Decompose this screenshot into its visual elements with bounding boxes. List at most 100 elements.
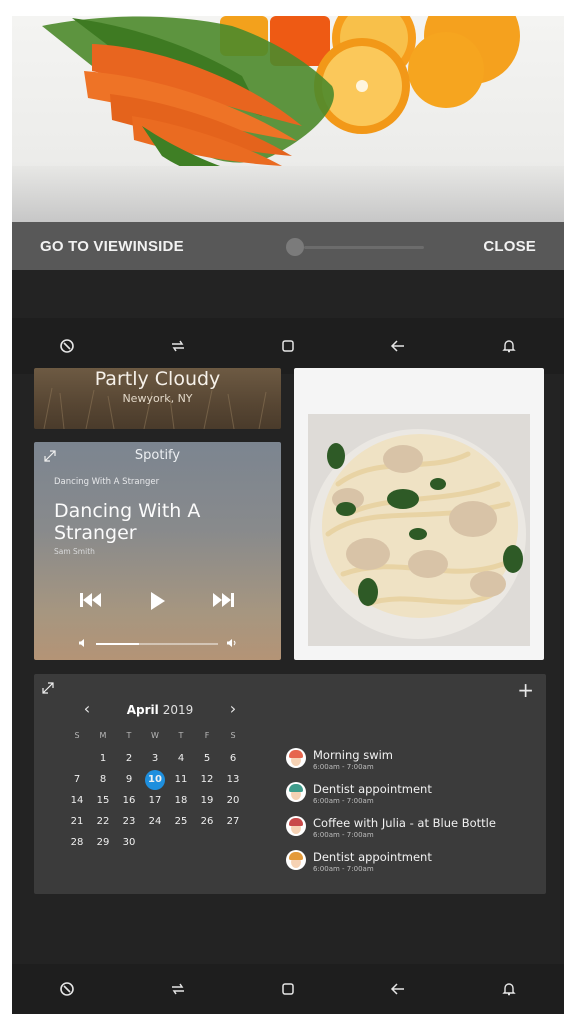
calendar-day-cell[interactable]: 18 — [168, 790, 194, 811]
calendar-day-cell[interactable]: 12 — [194, 769, 220, 790]
calendar-day-cell — [220, 832, 246, 853]
play-icon[interactable] — [150, 592, 166, 610]
day-number: 22 — [96, 816, 110, 827]
screen: GO TO VIEWINSIDE CLOSE Partly Cloudy New… — [12, 16, 564, 1014]
calendar-day-cell[interactable]: 1 — [90, 748, 116, 769]
track-artist: Sam Smith — [54, 547, 95, 556]
day-number: 12 — [200, 774, 214, 785]
calendar-day-cell[interactable]: 17 — [142, 790, 168, 811]
calendar-day-cell[interactable]: 8 — [90, 769, 116, 790]
calendar-day-cell[interactable]: 23 — [116, 811, 142, 832]
weather-widget[interactable]: Partly Cloudy Newyork, NY — [34, 368, 281, 429]
volume-slider[interactable] — [96, 643, 218, 645]
day-number: 21 — [70, 816, 84, 827]
calendar-week-row: 1 2 3 4 5 6 — [64, 748, 246, 769]
calendar-day-cell[interactable]: 30 — [116, 832, 142, 853]
weekday-label: F — [204, 731, 210, 740]
calendar-day-cell[interactable]: 20 — [220, 790, 246, 811]
bixby-icon — [60, 982, 74, 996]
calendar-day-cell[interactable]: 7 — [64, 769, 90, 790]
calendar-day-cell[interactable]: 2 — [116, 748, 142, 769]
calendar-widget[interactable]: + ‹ April 2019 › SMTWTFS 1 2 3 4 5 6 7 8 9 10 11 12 1… — [34, 674, 546, 894]
back-button[interactable] — [382, 973, 414, 1005]
close-button[interactable]: CLOSE — [455, 238, 564, 255]
home-button[interactable] — [272, 330, 304, 362]
day-number: 15 — [96, 795, 110, 806]
calendar-day-cell[interactable]: 19 — [194, 790, 220, 811]
calendar-day-cell[interactable]: 4 — [168, 748, 194, 769]
slider-track[interactable] — [304, 246, 424, 249]
bixby-icon — [60, 339, 74, 353]
bixby-button[interactable] — [51, 330, 83, 362]
event-time: 6:00am - 7:00am — [313, 831, 374, 839]
slider-handle[interactable] — [286, 238, 304, 256]
day-number: 28 — [70, 837, 84, 848]
event-item[interactable]: Dentist appointment 6:00am - 7:00am — [286, 782, 536, 816]
calendar-day-cell[interactable]: 15 — [90, 790, 116, 811]
calendar-week-row: 21 22 23 24 25 26 27 — [64, 811, 246, 832]
expand-icon[interactable] — [42, 682, 54, 694]
navigation-bar-bottom — [12, 964, 564, 1014]
notifications-button[interactable] — [493, 330, 525, 362]
notifications-button[interactable] — [493, 973, 525, 1005]
selected-day-number: 10 — [145, 769, 165, 790]
back-button[interactable] — [382, 330, 414, 362]
day-number: 3 — [151, 753, 159, 764]
weekday-header: SMTWTFS — [64, 731, 246, 740]
add-event-button[interactable]: + — [517, 678, 534, 702]
event-title: Dentist appointment — [313, 782, 432, 796]
weekday-label: W — [151, 731, 159, 740]
calendar-day-cell[interactable]: 28 — [64, 832, 90, 853]
calendar-day-cell[interactable]: 14 — [64, 790, 90, 811]
fridge-inside-photo — [12, 16, 564, 222]
calendar-day-cell[interactable]: 22 — [90, 811, 116, 832]
selected-day-cell[interactable]: 10 — [142, 769, 168, 790]
previous-month-button[interactable]: ‹ — [80, 699, 94, 718]
event-item[interactable]: Morning swim 6:00am - 7:00am — [286, 748, 536, 782]
calendar-day-cell[interactable]: 27 — [220, 811, 246, 832]
day-number: 9 — [125, 774, 133, 785]
calendar-day-cell[interactable]: 9 — [116, 769, 142, 790]
day-number: 29 — [96, 837, 110, 848]
event-item[interactable]: Dentist appointment 6:00am - 7:00am — [286, 850, 536, 884]
recents-button[interactable] — [162, 330, 194, 362]
event-title: Coffee with Julia - at Blue Bottle — [313, 816, 496, 830]
calendar-day-cell[interactable]: 11 — [168, 769, 194, 790]
calendar-day-cell[interactable]: 13 — [220, 769, 246, 790]
calendar-day-cell — [194, 853, 220, 874]
event-item[interactable]: Coffee with Julia - at Blue Bottle 6:00am… — [286, 816, 536, 850]
volume-high-icon — [227, 639, 236, 647]
calendar-day-cell[interactable]: 25 — [168, 811, 194, 832]
event-time: 6:00am - 7:00am — [313, 865, 374, 873]
next-track-icon[interactable] — [212, 592, 234, 608]
day-number: 13 — [226, 774, 240, 785]
calendar-day-cell[interactable]: 16 — [116, 790, 142, 811]
bixby-button[interactable] — [51, 973, 83, 1005]
home-button[interactable] — [272, 973, 304, 1005]
previous-track-icon[interactable] — [80, 592, 102, 608]
calendar-day-cell[interactable]: 24 — [142, 811, 168, 832]
calendar-day-cell[interactable]: 5 — [194, 748, 220, 769]
calendar-day-cell — [142, 832, 168, 853]
event-title: Morning swim — [313, 748, 394, 762]
month-year-label: April 2019 — [127, 699, 194, 718]
recents-button[interactable] — [162, 973, 194, 1005]
calendar-day-cell[interactable]: 6 — [220, 748, 246, 769]
month-header: ‹ April 2019 › — [80, 698, 240, 718]
day-number: 18 — [174, 795, 188, 806]
day-number: 24 — [148, 816, 162, 827]
avatar — [286, 816, 306, 836]
calendar-day-cell[interactable]: 3 — [142, 748, 168, 769]
calendar-day-cell[interactable]: 21 — [64, 811, 90, 832]
spotify-widget[interactable]: Spotify Dancing With A Stranger Dancing … — [34, 442, 281, 660]
weekday-label: T — [126, 731, 132, 740]
calendar-day-cell[interactable]: 29 — [90, 832, 116, 853]
day-number: 19 — [200, 795, 214, 806]
go-to-viewinside-button[interactable]: GO TO VIEWINSIDE — [12, 238, 212, 255]
next-month-button[interactable]: › — [226, 699, 240, 718]
calendar-day-cell — [64, 748, 90, 769]
photo-widget[interactable] — [294, 368, 544, 660]
calendar-day-cell[interactable]: 26 — [194, 811, 220, 832]
day-number: 25 — [174, 816, 188, 827]
day-number: 11 — [174, 774, 188, 785]
